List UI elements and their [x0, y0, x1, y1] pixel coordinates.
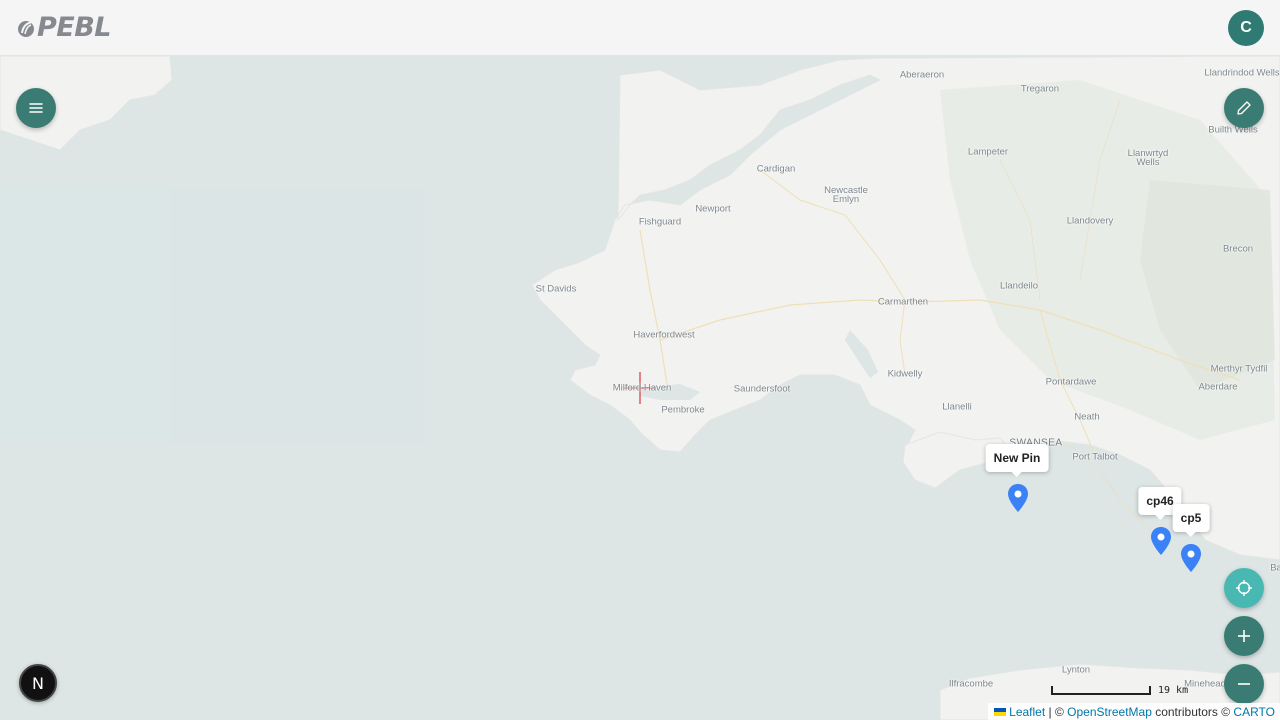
edit-button[interactable] [1224, 88, 1264, 128]
place-label: Lampeter [967, 146, 1009, 158]
carto-link[interactable]: CARTO [1233, 705, 1275, 719]
pencil-icon [1237, 101, 1251, 115]
minus-icon [1238, 683, 1250, 685]
scale-bar [1051, 686, 1151, 695]
attribution-contributors: contributors © [1151, 705, 1234, 719]
plus-icon [1238, 630, 1250, 642]
map-pin-icon[interactable] [1007, 483, 1029, 513]
place-label: Port Talbot [1072, 451, 1118, 463]
menu-button[interactable] [16, 88, 56, 128]
leaflet-link[interactable]: Leaflet [1009, 705, 1045, 719]
user-avatar[interactable]: C [1228, 10, 1264, 46]
place-label: Llandeilo [999, 280, 1039, 292]
crosshair-icon [1236, 580, 1252, 596]
place-label: Brecon [1222, 243, 1254, 255]
place-label: Carmarthen [877, 296, 929, 308]
leaf-logo-icon [18, 20, 34, 37]
pin-label-cp5[interactable]: cp5 [1172, 504, 1210, 537]
zoom-in-button[interactable] [1224, 616, 1264, 656]
place-label: Newport [695, 203, 731, 215]
map-pin-icon[interactable] [1180, 543, 1202, 573]
place-label: Kidwelly [887, 368, 923, 380]
map-scale: 19 km [1051, 685, 1189, 696]
osm-link[interactable]: OpenStreetMap [1067, 705, 1152, 719]
map-attribution: Leaflet | © OpenStreetMap contributors ©… [988, 703, 1280, 720]
app-logo-text: PEBL [37, 12, 112, 43]
place-label: Saundersfoot [733, 383, 791, 395]
place-label: Ba [1270, 562, 1280, 574]
place-label: Llandrindod Wells [1204, 67, 1280, 79]
place-label: St Davids [535, 283, 577, 295]
locate-button[interactable] [1224, 568, 1264, 608]
attribution-separator: | © [1045, 705, 1068, 719]
top-bar: PEBL C [0, 0, 1280, 56]
place-label: Fishguard [638, 216, 682, 228]
map-pin-icon[interactable] [1150, 526, 1172, 556]
nextjs-dev-badge[interactable]: N [19, 664, 57, 702]
place-label: Pontardawe [1045, 376, 1097, 388]
app-logo[interactable]: PEBL [16, 12, 112, 43]
map-view[interactable]: Aberaeron Tregaron Llandrindod Wells Bui… [0, 56, 1280, 720]
place-label: Newcastle Emlyn [824, 185, 868, 205]
place-label: Aberdare [1198, 381, 1238, 393]
zoom-out-button[interactable] [1224, 664, 1264, 704]
place-label: Ilfracombe [948, 678, 994, 690]
place-label: Merthyr Tydfil [1210, 363, 1268, 375]
place-label: Lynton [1061, 664, 1091, 676]
scale-label: 19 km [1158, 685, 1189, 696]
place-label: Llandovery [1066, 215, 1114, 227]
place-label: Llanelli [942, 401, 972, 413]
pin-label-new-pin[interactable]: New Pin [985, 444, 1049, 477]
place-label: Pembroke [661, 404, 705, 416]
menu-icon [29, 103, 43, 113]
place-label: Aberaeron [899, 69, 945, 81]
place-label: Tregaron [1020, 83, 1060, 95]
place-label: Haverfordwest [633, 329, 695, 341]
place-label: Milford Haven [612, 382, 672, 394]
place-label: Minehead [1184, 678, 1226, 690]
place-label: Llanwrtyd Wells [1127, 148, 1169, 168]
place-label: Neath [1074, 411, 1100, 423]
ukraine-flag-icon [994, 708, 1007, 716]
place-label: Cardigan [756, 163, 796, 175]
